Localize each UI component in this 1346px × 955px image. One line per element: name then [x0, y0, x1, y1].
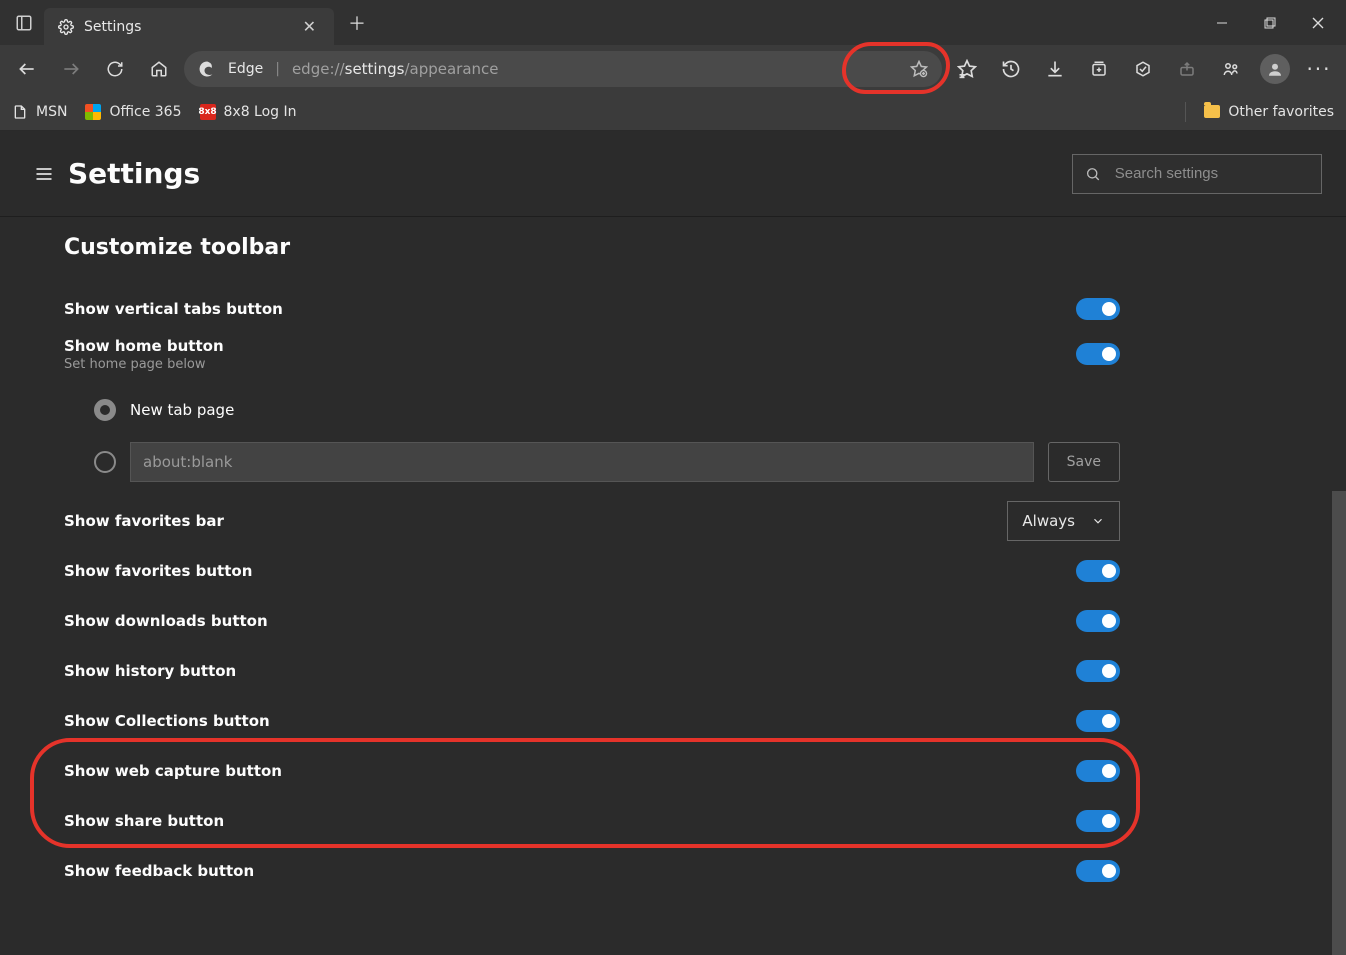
- chevron-down-icon: [1091, 514, 1105, 528]
- radio-label: New tab page: [130, 401, 234, 419]
- toggle-vertical-tabs[interactable]: [1076, 298, 1120, 320]
- other-favorites-label: Other favorites: [1228, 104, 1334, 120]
- toggle-collections-button[interactable]: [1076, 710, 1120, 732]
- toggle-home-button[interactable]: [1076, 343, 1120, 365]
- radio-icon: [94, 451, 116, 473]
- gear-icon: [58, 19, 74, 35]
- hamburger-menu-button[interactable]: [24, 154, 64, 194]
- settings-content: Customize toolbar Show vertical tabs but…: [0, 235, 1120, 896]
- navbar: Edge | edge://settings/appearance ···: [0, 45, 1346, 93]
- row-favorites-button: Show favorites button: [64, 546, 1120, 596]
- browser-tab[interactable]: Settings ✕: [44, 8, 334, 45]
- add-favorite-icon[interactable]: [910, 60, 928, 78]
- toggle-feedback-button[interactable]: [1076, 860, 1120, 882]
- favorites-button[interactable]: [948, 50, 986, 88]
- new-tab-button[interactable]: ＋: [340, 6, 374, 40]
- search-icon: [1085, 165, 1101, 183]
- row-feedback-button: Show feedback button: [64, 846, 1120, 896]
- setting-label: Show history button: [64, 662, 236, 680]
- maximize-button[interactable]: [1246, 3, 1294, 43]
- bookmark-label: 8x8 Log In: [224, 104, 297, 120]
- row-history-button: Show history button: [64, 646, 1120, 696]
- setting-label: Show Collections button: [64, 712, 270, 730]
- setting-label: Show share button: [64, 812, 224, 830]
- folder-icon: [1204, 105, 1220, 118]
- close-window-button[interactable]: [1294, 3, 1342, 43]
- toggle-share-button[interactable]: [1076, 810, 1120, 832]
- setting-label: Show home button: [64, 337, 224, 355]
- bookmark-label: Office 365: [109, 104, 181, 120]
- page-title: Settings: [68, 157, 200, 190]
- row-collections-button: Show Collections button: [64, 696, 1120, 746]
- forward-button[interactable]: [52, 50, 90, 88]
- radio-new-tab-page[interactable]: New tab page: [64, 388, 1120, 432]
- toggle-web-capture-button[interactable]: [1076, 760, 1120, 782]
- edge-logo-icon: [198, 60, 216, 78]
- radio-icon: [94, 399, 116, 421]
- bookmark-8x8[interactable]: 8x8 8x8 Log In: [200, 104, 297, 120]
- microsoft-logo-icon: [85, 104, 101, 120]
- web-capture-button[interactable]: [1124, 50, 1162, 88]
- url-value: about:blank: [143, 453, 232, 471]
- other-favorites-button[interactable]: Other favorites: [1204, 104, 1334, 120]
- favorites-bar-dropdown[interactable]: Always: [1007, 501, 1120, 541]
- share-button[interactable]: [1168, 50, 1206, 88]
- feedback-button[interactable]: [1212, 50, 1250, 88]
- 8x8-icon: 8x8: [200, 104, 216, 120]
- row-web-capture-button: Show web capture button: [64, 746, 1120, 796]
- separator: [1185, 102, 1186, 122]
- page-icon: [12, 104, 28, 120]
- section-title: Customize toolbar: [64, 235, 1120, 260]
- setting-sublabel: Set home page below: [64, 357, 224, 372]
- setting-label: Show favorites button: [64, 562, 252, 580]
- bookmarks-bar: MSN Office 365 8x8 8x8 Log In Other favo…: [0, 93, 1346, 131]
- vertical-tabs-icon[interactable]: [4, 3, 44, 43]
- settings-header: Settings: [0, 131, 1346, 217]
- titlebar: Settings ✕ ＋: [0, 0, 1346, 45]
- dropdown-value: Always: [1022, 512, 1075, 530]
- site-identity-label: Edge: [228, 61, 263, 77]
- setting-label: Show feedback button: [64, 862, 254, 880]
- history-button[interactable]: [992, 50, 1030, 88]
- settings-page: Settings Customize toolbar Show vertical…: [0, 131, 1346, 955]
- close-tab-button[interactable]: ✕: [299, 15, 320, 39]
- more-button[interactable]: ···: [1300, 50, 1338, 88]
- collections-button[interactable]: [1080, 50, 1118, 88]
- search-input[interactable]: [1113, 164, 1309, 183]
- toggle-downloads-button[interactable]: [1076, 610, 1120, 632]
- minimize-button[interactable]: [1198, 3, 1246, 43]
- home-button[interactable]: [140, 50, 178, 88]
- separator: |: [275, 61, 280, 77]
- setting-label: Show vertical tabs button: [64, 300, 283, 318]
- refresh-button[interactable]: [96, 50, 134, 88]
- downloads-button[interactable]: [1036, 50, 1074, 88]
- setting-label: Show downloads button: [64, 612, 268, 630]
- window-controls: [1198, 3, 1342, 43]
- toggle-favorites-button[interactable]: [1076, 560, 1120, 582]
- address-bar[interactable]: Edge | edge://settings/appearance: [184, 51, 942, 87]
- save-label: Save: [1067, 454, 1101, 470]
- back-button[interactable]: [8, 50, 46, 88]
- search-settings[interactable]: [1072, 154, 1322, 194]
- setting-label: Show favorites bar: [64, 512, 224, 530]
- bookmark-office[interactable]: Office 365: [85, 104, 181, 120]
- home-url-input[interactable]: about:blank: [130, 442, 1034, 482]
- avatar-icon: [1260, 54, 1290, 84]
- row-home-button: Show home button Set home page below: [64, 334, 1120, 374]
- tab-title: Settings: [84, 19, 141, 35]
- bookmark-label: MSN: [36, 104, 67, 120]
- radio-custom-url[interactable]: about:blank Save: [64, 440, 1120, 484]
- bookmark-msn[interactable]: MSN: [12, 104, 67, 120]
- toggle-history-button[interactable]: [1076, 660, 1120, 682]
- row-favorites-bar: Show favorites bar Always: [64, 496, 1120, 546]
- row-downloads-button: Show downloads button: [64, 596, 1120, 646]
- setting-label: Show web capture button: [64, 762, 282, 780]
- row-vertical-tabs: Show vertical tabs button: [64, 284, 1120, 334]
- row-share-button: Show share button: [64, 796, 1120, 846]
- url-text: edge://settings/appearance: [292, 60, 898, 78]
- save-button[interactable]: Save: [1048, 442, 1120, 482]
- profile-button[interactable]: [1256, 50, 1294, 88]
- scrollbar[interactable]: [1332, 491, 1346, 955]
